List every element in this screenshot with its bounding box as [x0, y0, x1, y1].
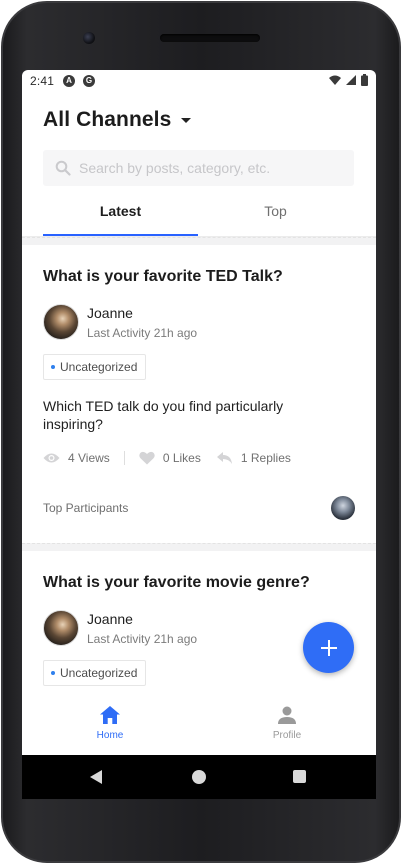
last-activity: Last Activity 21h ago [87, 631, 198, 646]
eye-icon [43, 453, 60, 463]
replies-stat[interactable]: 1 Replies [216, 451, 291, 465]
post-stats: 4 Views 0 Likes 1 Replies [43, 449, 355, 467]
avatar[interactable] [43, 610, 79, 646]
author-name: Joanne [87, 610, 133, 627]
tab-bar: Latest Top [22, 196, 376, 236]
likes-stat[interactable]: 0 Likes [139, 451, 201, 465]
plus-icon-stroke [327, 639, 330, 656]
page-title: All Channels [43, 108, 172, 131]
views-count: 4 Views [68, 451, 110, 465]
recent-apps-icon[interactable] [293, 770, 306, 783]
status-bar: 2:41 A G [22, 70, 376, 92]
post-author: Joanne Last Activity 21h ago [43, 304, 355, 340]
stat-divider [123, 451, 125, 465]
wifi-icon [329, 75, 341, 85]
camera-icon [83, 32, 95, 44]
category-dot-icon [51, 365, 55, 369]
post-card[interactable]: What is your favorite TED Talk? Joanne L… [22, 245, 376, 543]
replies-count: 1 Replies [240, 451, 291, 465]
speaker-grille [160, 34, 260, 42]
search-input[interactable]: Search by posts, category, etc. [79, 160, 270, 176]
person-icon [278, 706, 296, 724]
app-screen: 2:41 A G All Channels Search by posts, c… [22, 70, 376, 755]
system-nav-bar [22, 755, 376, 799]
last-activity: Last Activity 21h ago [87, 325, 198, 340]
post-question: What is your favorite TED Talk? [43, 268, 283, 285]
search-bar[interactable]: Search by posts, category, etc. [43, 150, 354, 186]
status-time: 2:41 [30, 74, 55, 88]
tab-latest[interactable]: Latest [43, 196, 198, 236]
status-right [329, 74, 368, 86]
signal-icon [346, 75, 356, 85]
new-post-button[interactable] [303, 622, 354, 673]
home-icon [100, 706, 120, 724]
participant-avatar[interactable] [331, 496, 355, 520]
feed-separator [22, 237, 376, 245]
nav-home-label: Home [96, 730, 124, 741]
views-stat: 4 Views [43, 451, 110, 465]
category-badge[interactable]: Uncategorized [43, 660, 147, 686]
top-participants: Top Participants [43, 495, 355, 521]
category-badge[interactable]: Uncategorized [43, 354, 147, 380]
avatar[interactable] [43, 304, 79, 340]
nav-profile[interactable]: Profile [247, 706, 327, 741]
nav-profile-label: Profile [272, 730, 302, 741]
shield-icon: G [83, 75, 95, 87]
caret-down-icon [181, 117, 192, 123]
likes-count: 0 Likes [162, 451, 201, 465]
nav-home[interactable]: Home [70, 706, 150, 741]
bottom-nav: Home Profile [22, 696, 376, 755]
tab-top[interactable]: Top [198, 196, 353, 236]
heart-icon [139, 451, 155, 465]
feed-separator [22, 543, 376, 551]
system-home-icon[interactable] [192, 770, 206, 784]
category-label: Uncategorized [60, 666, 138, 680]
a-icon: A [63, 75, 75, 87]
category-dot-icon [51, 671, 55, 675]
participants-label: Top Participants [43, 501, 129, 515]
reply-icon [216, 452, 232, 464]
post-question: What is your favorite movie genre? [43, 574, 310, 591]
author-name: Joanne [87, 304, 133, 321]
search-icon [55, 160, 71, 176]
category-label: Uncategorized [60, 360, 138, 374]
back-icon[interactable] [90, 770, 102, 784]
channel-selector[interactable]: All Channels [43, 108, 192, 132]
post-body: Which TED talk do you find particularly … [43, 398, 284, 432]
battery-icon [361, 74, 368, 86]
